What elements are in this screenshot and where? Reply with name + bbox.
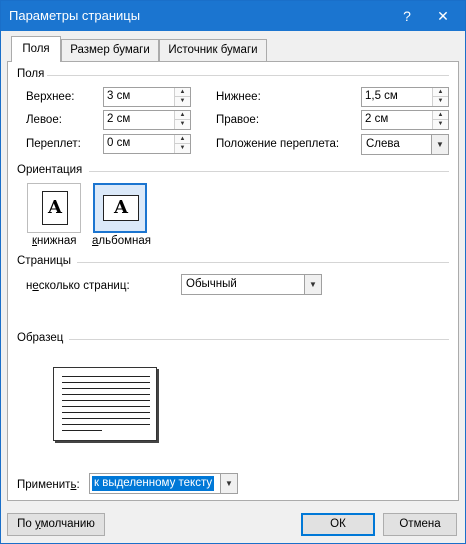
chevron-down-icon[interactable]: ▼	[431, 135, 448, 154]
spin-up-icon[interactable]: ▲	[175, 135, 190, 144]
portrait-option[interactable]: A	[27, 183, 81, 233]
bottom-margin-label: Нижнее:	[216, 91, 261, 103]
multiple-pages-label: несколько страниц:	[26, 280, 130, 292]
preview-line	[62, 406, 150, 407]
title-bar: Параметры страницы ? ✕	[1, 1, 465, 31]
landscape-page-icon: A	[103, 195, 139, 221]
orientation-section-title: Ориентация	[17, 164, 83, 176]
preview-line	[62, 424, 150, 425]
spin-down-icon[interactable]: ▼	[175, 120, 190, 129]
gutter-position-label: Положение переплета:	[216, 138, 340, 150]
top-margin-value[interactable]: 3 см	[107, 90, 130, 102]
pages-divider	[77, 262, 449, 263]
chevron-down-icon[interactable]: ▼	[220, 474, 237, 493]
apply-to-select[interactable]: к выделенному тексту ▼	[89, 473, 238, 494]
set-default-button[interactable]: По умолчанию	[7, 513, 105, 536]
portrait-label: книжная	[32, 235, 77, 247]
close-icon[interactable]: ✕	[429, 5, 457, 27]
top-margin-spinner[interactable]: 3 см ▲ ▼	[103, 87, 191, 107]
cancel-button[interactable]: Отмена	[383, 513, 457, 536]
preview-line	[62, 394, 150, 395]
orientation-divider	[89, 171, 449, 172]
multiple-pages-value: Обычный	[186, 278, 237, 290]
tab-paper-source[interactable]: Источник бумаги	[159, 39, 267, 61]
landscape-label: альбомная	[92, 235, 151, 247]
margins-divider	[47, 75, 449, 76]
chevron-down-icon[interactable]: ▼	[304, 275, 321, 294]
preview-line	[62, 388, 150, 389]
margins-section-title: Поля	[17, 68, 45, 80]
right-margin-value[interactable]: 2 см	[365, 113, 388, 125]
apply-label: Применить:	[17, 479, 80, 491]
left-margin-label: Левое:	[26, 114, 62, 126]
gutter-position-select[interactable]: Слева ▼	[361, 134, 449, 155]
help-icon[interactable]: ?	[393, 5, 421, 27]
spin-down-icon[interactable]: ▼	[175, 144, 190, 153]
spin-up-icon[interactable]: ▲	[175, 88, 190, 97]
gutter-spinner[interactable]: 0 см ▲ ▼	[103, 134, 191, 154]
tab-margins[interactable]: Поля	[11, 36, 61, 62]
preview-line	[62, 418, 150, 419]
gutter-label: Переплет:	[26, 138, 81, 150]
right-margin-spinner[interactable]: 2 см ▲ ▼	[361, 110, 449, 130]
pages-section-title: Страницы	[17, 255, 71, 267]
multiple-pages-select[interactable]: Обычный ▼	[181, 274, 322, 295]
dialog-title: Параметры страницы	[9, 8, 141, 23]
spin-down-icon[interactable]: ▼	[433, 97, 448, 106]
preview-line	[62, 382, 150, 383]
spin-up-icon[interactable]: ▲	[433, 88, 448, 97]
spin-down-icon[interactable]: ▼	[175, 97, 190, 106]
landscape-option[interactable]: A	[93, 183, 147, 233]
gutter-value[interactable]: 0 см	[107, 137, 130, 149]
spin-up-icon[interactable]: ▲	[175, 111, 190, 120]
tab-paper-size[interactable]: Размер бумаги	[61, 39, 159, 61]
bottom-margin-spinner[interactable]: 1,5 см ▲ ▼	[361, 87, 449, 107]
preview-line	[62, 376, 150, 377]
preview-section-title: Образец	[17, 332, 64, 344]
preview-line	[62, 400, 150, 401]
apply-to-value: к выделенному тексту	[92, 476, 215, 491]
preview-line	[62, 430, 102, 431]
page-preview	[53, 367, 157, 441]
spin-down-icon[interactable]: ▼	[433, 120, 448, 129]
page-setup-dialog: Параметры страницы ? ✕ Поля Размер бумаг…	[0, 0, 466, 544]
ok-button[interactable]: ОК	[301, 513, 375, 536]
spin-up-icon[interactable]: ▲	[433, 111, 448, 120]
gutter-position-value: Слева	[366, 138, 400, 150]
preview-divider	[69, 339, 449, 340]
preview-line	[62, 412, 150, 413]
bottom-margin-value[interactable]: 1,5 см	[365, 90, 398, 102]
top-margin-label: Верхнее:	[26, 91, 75, 103]
left-margin-value[interactable]: 2 см	[107, 113, 130, 125]
right-margin-label: Правое:	[216, 114, 260, 126]
left-margin-spinner[interactable]: 2 см ▲ ▼	[103, 110, 191, 130]
portrait-page-icon: A	[42, 191, 68, 225]
